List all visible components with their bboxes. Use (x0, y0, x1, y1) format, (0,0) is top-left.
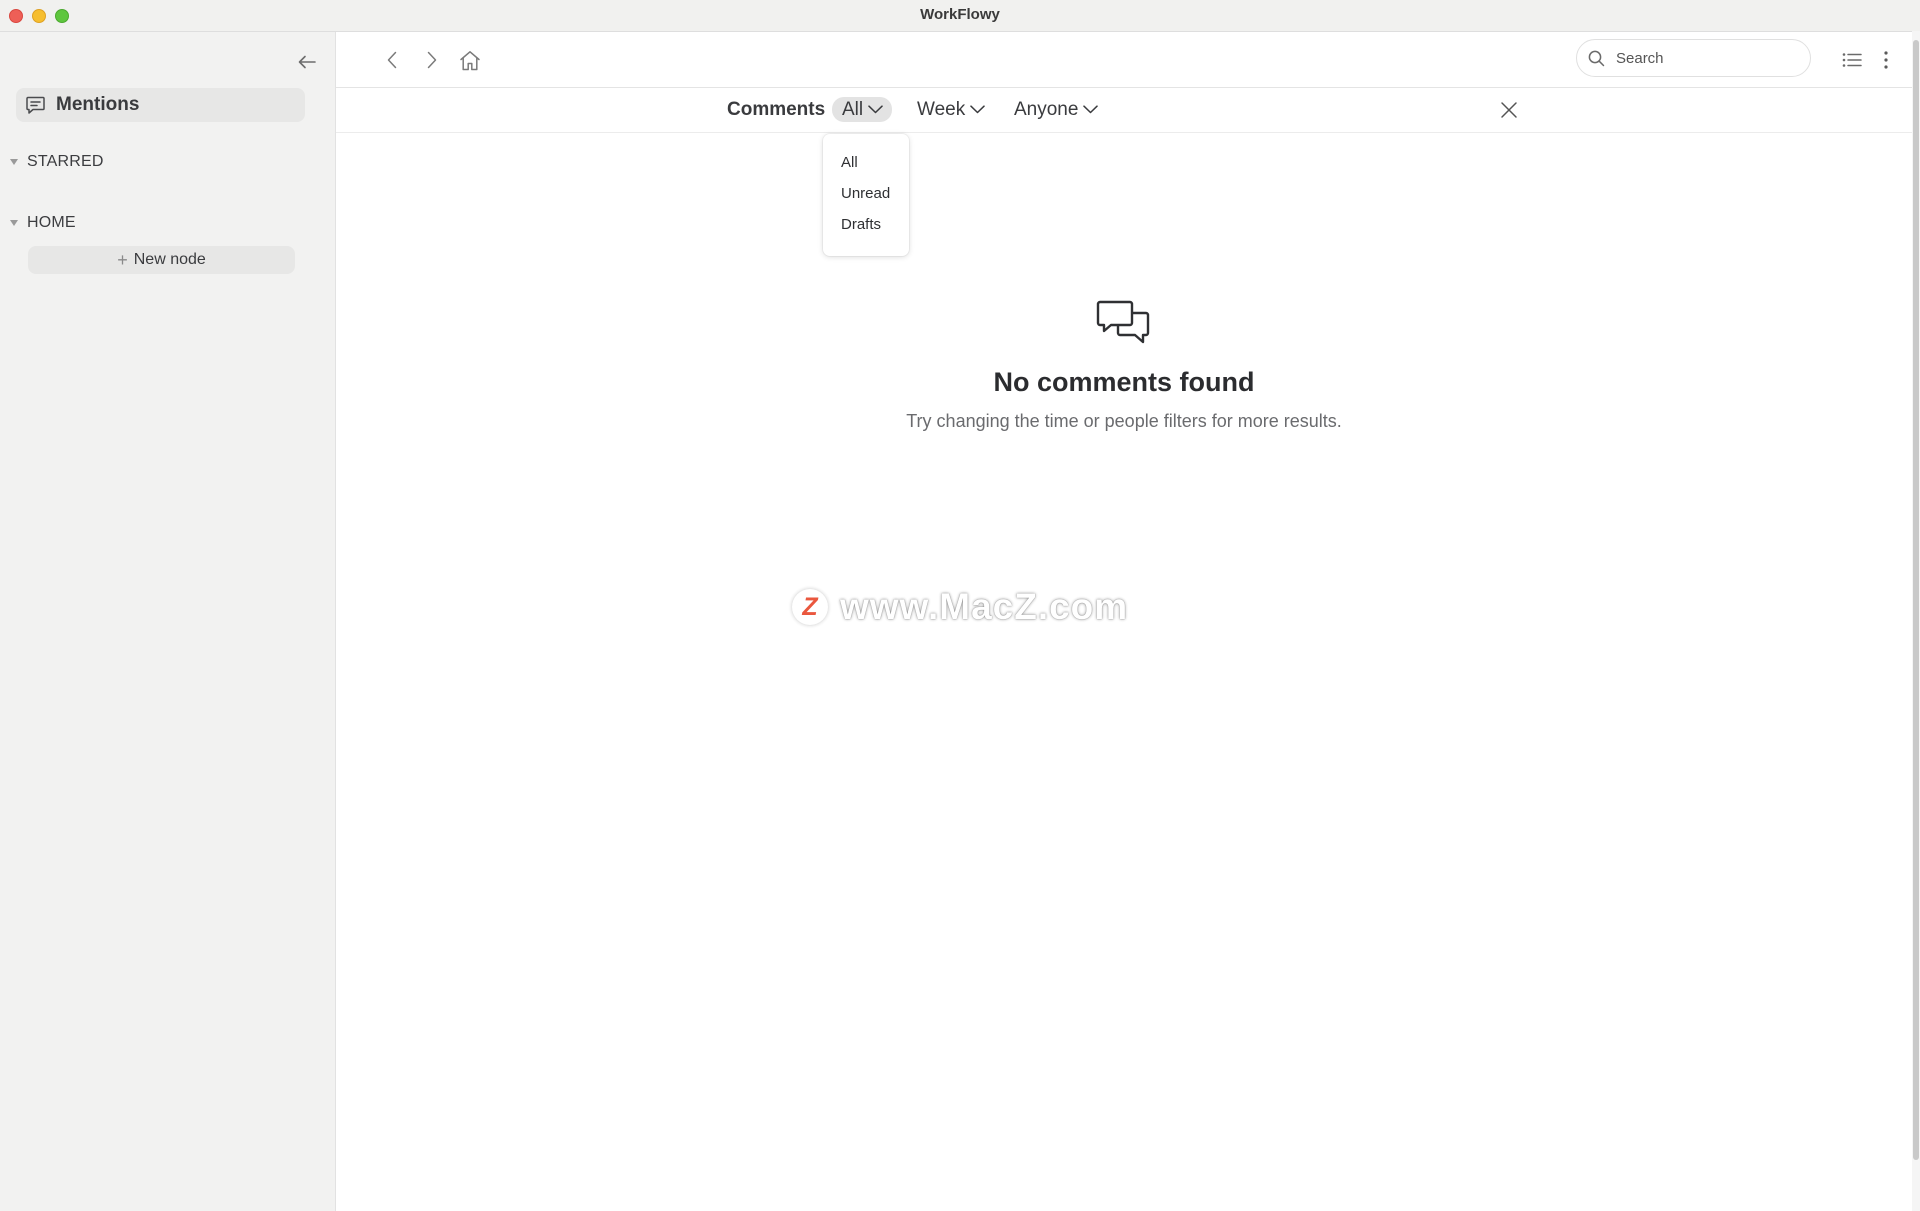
chat-bubbles-icon (1096, 300, 1152, 348)
search-box[interactable] (1576, 39, 1811, 77)
chevron-left-icon (387, 51, 397, 69)
new-node-label: New node (133, 251, 206, 268)
list-icon (1842, 53, 1862, 67)
watermark-logo: Z (792, 589, 828, 625)
toolbar (336, 32, 1920, 88)
scrollbar-thumb[interactable] (1913, 40, 1919, 1160)
search-icon (1588, 49, 1606, 67)
status-filter-value: All (842, 98, 864, 120)
expand-triangle-icon (10, 159, 18, 165)
sidebar-item-mentions[interactable]: Mentions (16, 88, 305, 122)
time-filter-dropdown[interactable]: Week (917, 97, 985, 122)
chevron-right-icon (427, 51, 437, 69)
comments-filter-bar: Comments All Week Anyone (336, 88, 1912, 133)
chevron-down-icon (1083, 105, 1099, 114)
status-filter-dropdown[interactable]: All (832, 97, 893, 122)
people-filter-value: Anyone (1014, 98, 1079, 120)
title-bar: WorkFlowy (0, 0, 1920, 32)
section-starred[interactable]: STARRED (10, 153, 104, 171)
watermark-text: www.MacZ.com (840, 586, 1129, 627)
menu-item-unread[interactable]: Unread (841, 185, 890, 202)
section-home[interactable]: HOME (10, 214, 76, 232)
close-icon (1501, 102, 1517, 118)
section-label: STARRED (27, 153, 104, 170)
more-options-button[interactable] (1872, 46, 1900, 74)
expand-triangle-icon (10, 220, 18, 226)
status-filter-menu: All Unread Drafts (823, 134, 909, 256)
menu-item-drafts[interactable]: Drafts (841, 216, 881, 233)
people-filter-dropdown[interactable]: Anyone (1014, 97, 1099, 122)
section-label: HOME (27, 214, 76, 231)
back-button[interactable] (378, 46, 406, 74)
chevron-down-icon (970, 105, 985, 114)
chevron-down-icon (868, 105, 883, 114)
collapse-sidebar-button[interactable] (294, 49, 320, 75)
new-node-button[interactable]: + New node (28, 246, 295, 274)
filter-title: Comments (727, 99, 826, 120)
window-title: WorkFlowy (920, 6, 1000, 23)
empty-state-subtitle: Try changing the time or people filters … (906, 411, 1342, 431)
home-icon (460, 50, 480, 70)
home-button[interactable] (456, 46, 484, 74)
list-view-button[interactable] (1838, 46, 1866, 74)
sidebar: Mentions STARRED HOME + New node (0, 32, 336, 1211)
time-filter-value: Week (917, 98, 966, 120)
close-comments-button[interactable] (1496, 97, 1522, 123)
menu-item-all[interactable]: All (841, 154, 858, 171)
arrow-left-icon (298, 55, 316, 69)
plus-icon: + (117, 250, 128, 270)
more-vertical-icon (1884, 51, 1888, 69)
sidebar-item-label: Mentions (56, 94, 140, 115)
watermark: Z www.MacZ.com (792, 586, 1128, 628)
comment-icon (26, 95, 46, 115)
search-input[interactable] (1614, 48, 1798, 68)
empty-state-title: No comments found (993, 367, 1255, 397)
forward-button[interactable] (418, 46, 446, 74)
